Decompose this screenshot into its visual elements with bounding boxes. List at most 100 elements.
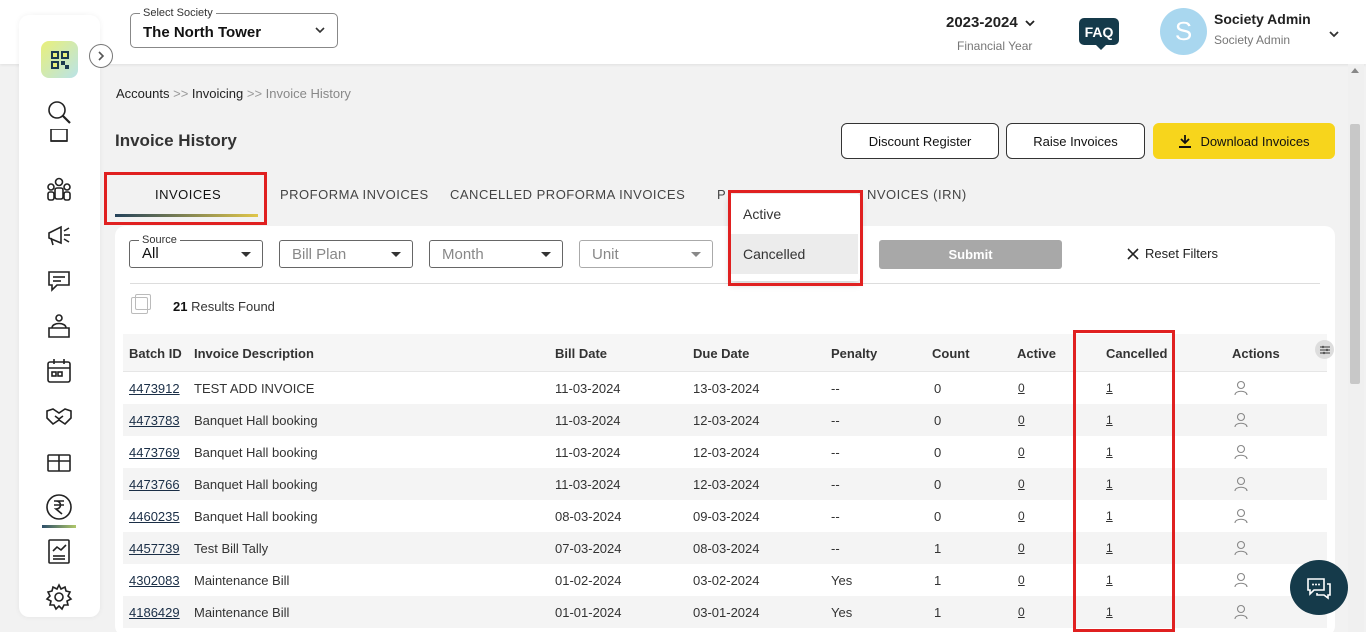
col-cancelled[interactable]: Cancelled — [1106, 346, 1167, 361]
sidebar-toggle-button[interactable] — [89, 44, 113, 68]
user-action-icon[interactable] — [1234, 540, 1248, 561]
submit-button[interactable]: Submit — [879, 240, 1062, 269]
chevron-down-icon — [1025, 19, 1035, 26]
batch-id-link[interactable]: 4473783 — [129, 413, 180, 428]
active-count-link[interactable]: 0 — [1018, 477, 1025, 491]
scrollbar-thumb[interactable] — [1350, 124, 1360, 384]
chat-icon[interactable] — [44, 265, 74, 295]
tab-invoices[interactable]: INVOICES — [155, 187, 221, 202]
members-icon[interactable] — [44, 174, 74, 204]
table-row: 4473783 Banquet Hall booking 11-03-2024 12-… — [123, 404, 1327, 436]
financial-year-label: Financial Year — [957, 39, 1033, 53]
bill-plan-filter[interactable]: Bill Plan — [279, 240, 413, 268]
cancelled-count-link[interactable]: 1 — [1106, 509, 1113, 523]
rupee-icon[interactable] — [44, 492, 74, 522]
breadcrumb-separator: >> — [173, 86, 189, 101]
reset-filters-label: Reset Filters — [1145, 246, 1218, 261]
avatar[interactable]: S — [1160, 8, 1207, 55]
invoice-description: Maintenance Bill — [194, 605, 290, 620]
support-chat-button[interactable] — [1290, 560, 1348, 615]
settings-icon[interactable] — [44, 582, 74, 612]
col-due-date[interactable]: Due Date — [693, 346, 749, 361]
breadcrumb-invoicing[interactable]: Invoicing — [192, 86, 243, 101]
caret-down-icon — [541, 252, 551, 257]
batch-id-link[interactable]: 4186429 — [129, 605, 180, 620]
search-icon[interactable] — [44, 97, 74, 127]
calendar-icon[interactable] — [44, 356, 74, 386]
col-active[interactable]: Active — [1017, 346, 1056, 361]
user-action-icon[interactable] — [1234, 508, 1248, 529]
active-count-link[interactable]: 0 — [1018, 413, 1025, 427]
cancelled-count-link[interactable]: 1 — [1106, 477, 1113, 491]
user-action-icon[interactable] — [1234, 412, 1248, 433]
batch-id-link[interactable]: 4473912 — [129, 381, 180, 396]
select-all-checkbox[interactable] — [131, 294, 151, 314]
cancelled-count-link[interactable]: 1 — [1106, 541, 1113, 555]
dropdown-option-cancelled[interactable]: Cancelled — [730, 234, 858, 274]
announcement-icon[interactable] — [44, 220, 74, 250]
gift-icon[interactable] — [44, 446, 74, 476]
tab-invoices-irn[interactable]: NVOICES (IRN) — [867, 187, 967, 202]
cancelled-count-link[interactable]: 1 — [1106, 573, 1113, 587]
unit-filter[interactable]: Unit — [579, 240, 713, 268]
user-action-icon[interactable] — [1234, 444, 1248, 465]
tab-partial-left[interactable]: P — [717, 187, 726, 202]
column-settings-icon[interactable] — [1315, 340, 1334, 359]
batch-id-link[interactable]: 4457739 — [129, 541, 180, 556]
active-count-link[interactable]: 0 — [1018, 605, 1025, 619]
user-action-icon[interactable] — [1234, 604, 1248, 625]
chevron-down-icon[interactable] — [1327, 27, 1341, 46]
batch-id-link[interactable]: 4473769 — [129, 445, 180, 460]
app-logo[interactable] — [41, 41, 78, 78]
month-filter[interactable]: Month — [429, 240, 563, 268]
due-date: 03-01-2024 — [693, 605, 760, 620]
bill-date: 11-03-2024 — [555, 381, 621, 396]
col-penalty[interactable]: Penalty — [831, 346, 877, 361]
cancelled-count-link[interactable]: 1 — [1106, 445, 1113, 459]
active-count-link[interactable]: 0 — [1018, 509, 1025, 523]
col-count[interactable]: Count — [932, 346, 970, 361]
scroll-up-arrow[interactable] — [1351, 68, 1359, 73]
col-bill-date[interactable]: Bill Date — [555, 346, 607, 361]
breadcrumb-accounts[interactable]: Accounts — [116, 86, 169, 101]
user-info[interactable]: Society Admin Society Admin — [1214, 11, 1311, 47]
active-count-link[interactable]: 0 — [1018, 541, 1025, 555]
table-row: 4302083 Maintenance Bill 01-02-2024 03-02-2… — [123, 564, 1327, 596]
col-invoice-description[interactable]: Invoice Description — [194, 346, 314, 361]
breadcrumb: Accounts >> Invoicing >> Invoice History — [116, 86, 351, 101]
cancelled-count-link[interactable]: 1 — [1106, 605, 1113, 619]
tab-proforma-invoices[interactable]: PROFORMA INVOICES — [280, 187, 429, 202]
active-count-link[interactable]: 0 — [1018, 573, 1025, 587]
user-action-icon[interactable] — [1234, 380, 1248, 401]
month-placeholder: Month — [442, 246, 484, 263]
building-icon[interactable] — [44, 129, 74, 143]
penalty: Yes — [831, 605, 853, 620]
user-name: Society Admin — [1214, 11, 1311, 27]
handshake-icon[interactable] — [44, 401, 74, 431]
tab-cancelled-proforma-invoices[interactable]: CANCELLED PROFORMA INVOICES — [450, 187, 685, 202]
active-count-link[interactable]: 0 — [1018, 445, 1025, 459]
reset-filters-button[interactable]: Reset Filters — [1126, 246, 1218, 261]
reception-icon[interactable] — [44, 311, 74, 341]
caret-down-icon — [691, 252, 701, 257]
cancelled-count-link[interactable]: 1 — [1106, 413, 1113, 427]
discount-register-button[interactable]: Discount Register — [841, 123, 999, 159]
user-action-icon[interactable] — [1234, 476, 1248, 497]
user-action-icon[interactable] — [1234, 572, 1248, 593]
penalty: -- — [831, 541, 840, 556]
source-filter[interactable]: Source All — [129, 234, 263, 268]
batch-id-link[interactable]: 4302083 — [129, 573, 180, 588]
page-title: Invoice History — [115, 131, 237, 150]
batch-id-link[interactable]: 4473766 — [129, 477, 180, 492]
dropdown-option-active[interactable]: Active — [730, 194, 858, 234]
society-select[interactable]: Select Society The North Tower — [130, 7, 338, 48]
faq-button[interactable]: FAQ — [1079, 18, 1119, 50]
raise-invoices-button[interactable]: Raise Invoices — [1006, 123, 1145, 159]
batch-id-link[interactable]: 4460235 — [129, 509, 180, 524]
download-invoices-button[interactable]: Download Invoices — [1153, 123, 1335, 159]
active-count-link[interactable]: 0 — [1018, 381, 1025, 395]
col-batch-id[interactable]: Batch ID — [129, 346, 182, 361]
cancelled-count-link[interactable]: 1 — [1106, 381, 1113, 395]
financial-year-selector[interactable]: 2023-2024 Financial Year — [946, 14, 1046, 53]
report-icon[interactable] — [44, 536, 74, 566]
